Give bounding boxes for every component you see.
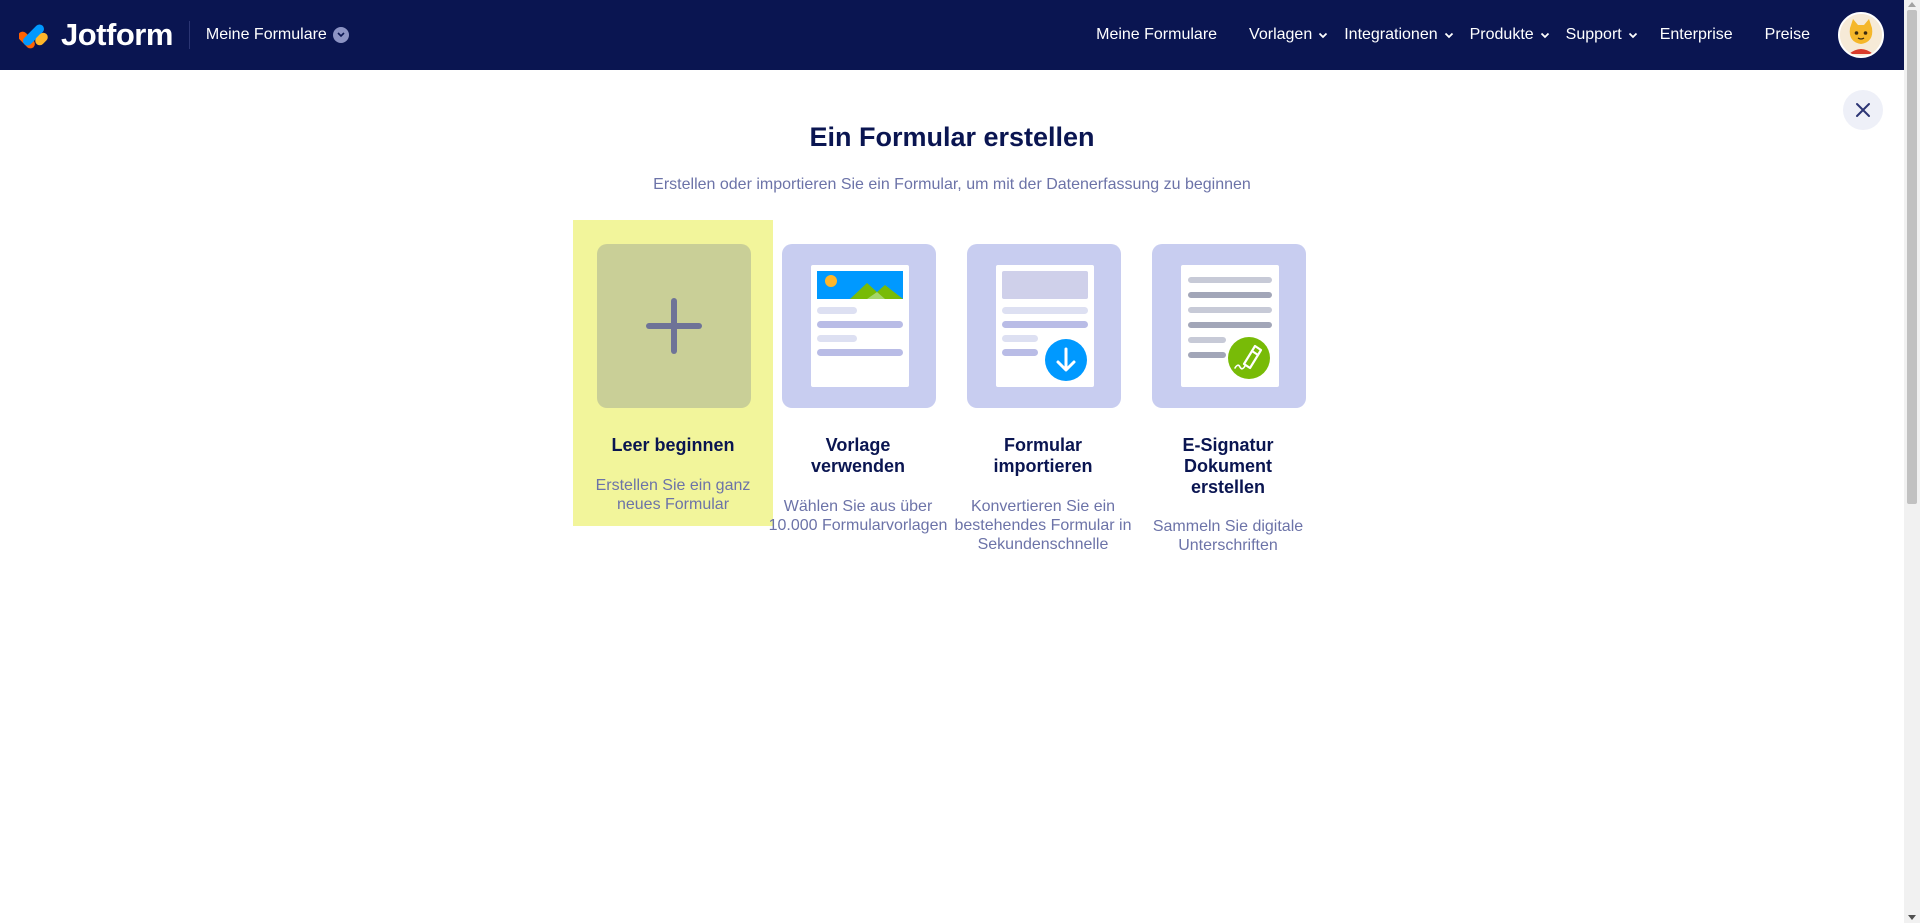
- nav-templates-label: Vorlagen: [1249, 26, 1313, 43]
- card-description: Sammeln Sie digitale Unterschriften: [1152, 518, 1304, 554]
- card-title: E-Signatur Dokument erstellen: [1182, 435, 1274, 497]
- card-description: Wählen Sie aus über 10.000 Formularvorla…: [768, 498, 948, 534]
- card-title: Leer beginnen: [611, 435, 735, 455]
- nav-integrations[interactable]: Integrationen: [1344, 26, 1453, 44]
- nav-support-label: Support: [1565, 26, 1622, 43]
- scroll-down-arrow-icon[interactable]: [1908, 915, 1916, 920]
- card-description: Konvertieren Sie ein bestehendes Formula…: [954, 498, 1132, 553]
- start-from-scratch-card[interactable]: Leer beginnen Erstellen Sie ein ganz neu…: [573, 220, 773, 526]
- page-subtitle: Erstellen oder importieren Sie ein Formu…: [653, 176, 1251, 193]
- use-template-thumbnail: [782, 244, 936, 408]
- nav-pricing-label: Preise: [1764, 26, 1810, 43]
- brand-name: Jotform: [61, 17, 173, 52]
- nav-my-forms[interactable]: Meine Formulare: [1096, 26, 1217, 44]
- my-forms-switcher-label: Meine Formulare: [205, 26, 327, 43]
- page-title: Ein Formular erstellen: [809, 122, 1095, 152]
- my-forms-switcher[interactable]: Meine Formulare: [206, 26, 349, 44]
- close-icon: [1856, 103, 1870, 117]
- nav-my-forms-label: Meine Formulare: [1096, 26, 1218, 43]
- chevron-down-icon: [1444, 32, 1454, 39]
- nav-products-label: Produkte: [1469, 26, 1534, 43]
- scroll-up-arrow-icon[interactable]: [1908, 2, 1916, 7]
- main-nav: Meine Formulare Vorlagen Integrationen P…: [1096, 0, 1904, 70]
- user-avatar[interactable]: [1838, 12, 1884, 58]
- plus-icon: [646, 298, 702, 354]
- chevron-down-icon: [1540, 32, 1550, 39]
- use-template-card[interactable]: Vorlage verwenden Wählen Sie aus über 10…: [758, 220, 958, 534]
- header-divider: [188, 21, 190, 49]
- e-signature-card[interactable]: E-Signatur Dokument erstellen Sammeln Si…: [1128, 220, 1328, 554]
- chevron-down-icon: [332, 27, 349, 43]
- import-form-card[interactable]: Formular importieren Konvertieren Sie ei…: [943, 220, 1143, 553]
- nav-enterprise[interactable]: Enterprise: [1660, 26, 1733, 44]
- nav-support[interactable]: Support: [1566, 26, 1638, 44]
- card-title: Formular importieren: [993, 435, 1093, 476]
- card-title: Vorlage verwenden: [810, 435, 906, 476]
- jotform-logo-icon: [19, 24, 48, 49]
- import-form-thumbnail: [967, 244, 1121, 408]
- page-scrollbar[interactable]: [1904, 0, 1920, 923]
- template-icon: [811, 265, 909, 387]
- avatar-icon: [1840, 14, 1882, 56]
- card-description: Erstellen Sie ein ganz neues Formular: [595, 477, 751, 513]
- nav-integrations-label: Integrationen: [1344, 26, 1438, 43]
- top-navigation-bar: Jotform Meine Formulare Meine Formulare …: [0, 0, 1904, 70]
- scrollbar-thumb[interactable]: [1907, 10, 1917, 504]
- chevron-down-icon: [1628, 32, 1638, 39]
- jotform-logo[interactable]: Jotform: [19, 17, 173, 53]
- import-icon: [996, 265, 1094, 387]
- signature-icon: [1181, 265, 1279, 387]
- nav-pricing[interactable]: Preise: [1765, 26, 1810, 44]
- chevron-down-icon: [1318, 32, 1328, 39]
- nav-enterprise-label: Enterprise: [1659, 26, 1733, 43]
- start-from-scratch-thumbnail: [597, 244, 751, 408]
- nav-products[interactable]: Produkte: [1470, 26, 1550, 44]
- e-signature-thumbnail: [1152, 244, 1306, 408]
- nav-templates[interactable]: Vorlagen: [1249, 26, 1328, 44]
